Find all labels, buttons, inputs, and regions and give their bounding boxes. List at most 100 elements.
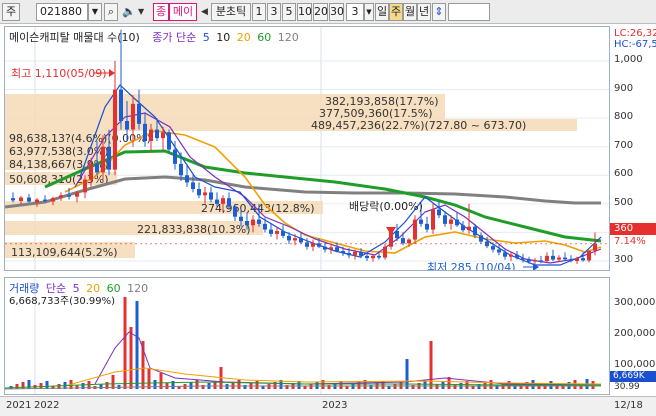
candle-body [497,249,501,253]
count-input[interactable] [448,3,490,21]
toolbar: 주 021880 ▼ ⌕ 🔈 ▼ 종 메이 ◀ 분초틱 1 3 5 10 20 … [0,0,656,24]
interval-30[interactable]: 30 [329,3,344,21]
candle-body [257,219,261,224]
candle-body [575,258,579,261]
candle-body [161,132,165,139]
candle-body [95,163,99,173]
interval-3[interactable]: 3 [267,3,281,21]
volume-bar [45,381,49,389]
candle-body [437,209,441,216]
prev-icon[interactable]: ◀ [201,3,208,21]
code-dropdown-button[interactable]: ▼ [88,3,102,21]
volume-bar [135,301,139,389]
candle-body [101,146,105,173]
current-price-badge: 360 [610,223,656,235]
candle-body [347,253,351,256]
volume-chart[interactable]: 거래량 단순 5 20 60 120 6,668,733주(30.99%) [4,277,610,395]
date-label-2022: 2022 [34,400,60,411]
volume-tick-200000: 200,000 [614,328,656,339]
candle-body [137,103,141,124]
updown-icon[interactable]: ⇕ [432,3,446,21]
candle-body [155,129,159,139]
period-week[interactable]: 주 [389,3,403,21]
stock-code-input[interactable]: 021880 [36,3,88,21]
candle-body [473,226,477,236]
interval-10[interactable]: 10 [297,3,312,21]
stock-name-button[interactable]: 메이 [169,3,197,21]
volume-bar [129,327,133,389]
speaker-icon[interactable]: 🔈 [122,3,136,21]
volume-bar [123,297,127,389]
candle-body [149,129,153,141]
candle-body [461,225,465,231]
candle-body [563,257,567,260]
candle-body [11,198,15,201]
candle-body [449,219,453,224]
candle-body [581,258,585,261]
candle-body [521,258,525,260]
volume-current-pct: 30.99 [614,382,640,392]
current-change-label: 7.14% [614,236,646,247]
price-legend: 메이슨캐피탈 매물대 수(10) 종가 단순 5 10 20 60 120 [9,29,302,45]
volume-bar [423,381,427,389]
interval-dropdown-button[interactable]: ▼ [364,3,374,21]
volume-bar [309,384,313,389]
market-select[interactable]: 주 [2,3,20,21]
stock-name-label: 메이슨캐피탈 매물대 수(10) [9,31,140,44]
candle-body [179,163,183,176]
chart-type-button[interactable]: 종 [153,3,169,21]
candle-body [431,209,435,230]
candle-body [425,223,429,230]
ma-5-label: 5 [202,31,210,44]
ma-10-label: 10 [216,31,231,44]
price-axis: LC:26,32 HC:-67,5 1,00090080070060050040… [610,26,656,271]
search-icon[interactable]: ⌕ [104,3,118,21]
hc-label: HC:-67,5 [614,39,656,50]
candle-body [395,231,399,239]
volume-bar [351,384,355,389]
candle-body [281,231,285,236]
dividend-arrow [386,227,396,235]
candle-body [401,238,405,244]
speaker-dropdown-icon[interactable]: ▼ [138,3,144,21]
low-annotation: 최저 285 (10/04) [427,261,516,271]
candle-body [365,255,369,259]
period-month[interactable]: 월 [403,3,417,21]
candle-body [293,238,297,241]
interval-20[interactable]: 20 [313,3,328,21]
volume-bar [147,369,151,389]
candle-body [467,226,471,231]
candle-body [233,206,237,217]
interval-5[interactable]: 5 [282,3,296,21]
high-arrow-head [109,69,115,77]
candle-body [509,254,513,257]
interval-input[interactable]: 3 [346,3,364,21]
volume-bar [153,380,157,389]
candle-body [413,219,417,240]
volume-bar [267,384,271,389]
volume-tick-300000: 300,000 [614,297,656,308]
price-tick-label: 700 [614,139,634,151]
candle-body [587,250,591,261]
candle-body [113,89,117,170]
candle-body [35,199,39,203]
candle-body [239,216,243,221]
volume-bar [225,384,229,389]
price-tick-label: 500 [614,196,634,208]
candle-body [341,251,345,253]
ma-60-label: 60 [257,31,272,44]
period-day[interactable]: 일 [375,3,389,21]
interval-1[interactable]: 1 [252,3,266,21]
price-chart[interactable]: 382,193,858(17.7%) 377,509,360(17.5%) 489,… [4,26,610,271]
bunchart-button[interactable]: 분초틱 [211,3,251,21]
volume-bar [99,384,103,389]
volume-bar [237,380,241,389]
candle-body [125,121,129,130]
period-year[interactable]: 년 [417,3,431,21]
date-label-2021: 2021 [6,400,32,411]
candle-body [533,260,537,262]
candle-body [167,132,171,150]
candle-body [89,163,93,180]
candle-body [245,221,249,226]
candle-body [67,195,71,197]
